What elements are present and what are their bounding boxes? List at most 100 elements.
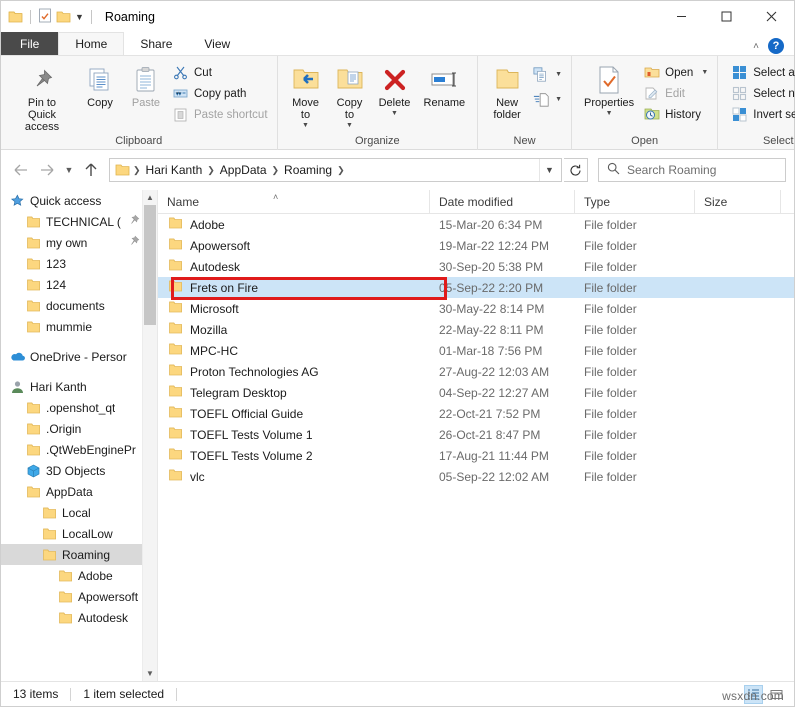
sidebar-scrollbar[interactable]: ▲ ▼ [142, 190, 157, 681]
new-folder-button[interactable]: New folder [484, 61, 530, 121]
paste-button[interactable]: Paste [123, 61, 169, 109]
sidebar-item-origin[interactable]: .Origin [1, 418, 142, 439]
tab-file[interactable]: File [1, 32, 59, 55]
sidebar-scroll-thumb[interactable] [144, 205, 156, 325]
sidebar-item-3d-objects[interactable]: 3D Objects [1, 460, 142, 481]
table-row[interactable]: Telegram Desktop 04-Sep-22 12:27 AM File f… [158, 382, 794, 403]
copy-button[interactable]: Copy [77, 61, 123, 109]
collapse-ribbon-icon[interactable]: ˄ [753, 41, 759, 52]
search-input[interactable]: Search Roaming [627, 163, 716, 177]
table-row[interactable]: MPC-HC 01-Mar-18 7:56 PM File folder [158, 340, 794, 361]
tab-view[interactable]: View [188, 32, 246, 55]
sidebar-item-technical[interactable]: TECHNICAL ( [1, 211, 142, 232]
properties-icon[interactable] [38, 8, 52, 26]
sidebar-scroll-up-icon[interactable]: ▲ [143, 190, 157, 205]
sidebar-item-openshot-qt[interactable]: .openshot_qt [1, 397, 142, 418]
easy-access-button[interactable]: ▼ [530, 90, 565, 109]
tab-home[interactable]: Home [58, 32, 125, 55]
new-item-button[interactable]: ▼ [530, 65, 565, 84]
recent-locations-button[interactable]: ▼ [61, 158, 77, 182]
sidebar-item-documents[interactable]: documents [1, 295, 142, 316]
sidebar-item-qtwebenginepr[interactable]: .QtWebEnginePr [1, 439, 142, 460]
sidebar-item-local[interactable]: Local [1, 502, 142, 523]
pin-icon[interactable] [128, 235, 140, 250]
table-row[interactable]: Apowersoft 19-Mar-22 12:24 PM File folder [158, 235, 794, 256]
breadcrumb-item-1[interactable]: AppData [217, 163, 270, 177]
column-header-name[interactable]: Name ˄ [158, 189, 430, 214]
address-input[interactable]: ❯ Hari Kanth ❯ AppData ❯ Roaming ❯ ▼ [109, 158, 562, 182]
search-box[interactable]: Search Roaming [598, 158, 786, 182]
new-item-caret-icon[interactable]: ▼ [555, 71, 562, 78]
select-all-button[interactable]: Select all [728, 63, 795, 82]
folder-icon[interactable] [8, 10, 23, 24]
table-row[interactable]: TOEFL Official Guide 22-Oct-21 7:52 PM Fil… [158, 403, 794, 424]
breadcrumb-item-0[interactable]: Hari Kanth [143, 163, 206, 177]
sidebar-item-hari-kanth[interactable]: Hari Kanth [1, 376, 142, 397]
table-row[interactable]: Mozilla 22-May-22 8:11 PM File folder [158, 319, 794, 340]
details-view-button[interactable] [744, 684, 763, 704]
rename-button[interactable]: Rename [418, 61, 472, 109]
invert-selection-button[interactable]: Invert selection [728, 105, 795, 124]
back-button[interactable] [9, 158, 33, 182]
breadcrumb-item-2[interactable]: Roaming [281, 163, 335, 177]
close-button[interactable] [749, 1, 794, 32]
help-button[interactable]: ? [768, 38, 784, 54]
breadcrumb-separator-2[interactable]: ❯ [270, 165, 282, 176]
table-row[interactable]: Proton Technologies AG 27-Aug-22 12:03 AM… [158, 361, 794, 382]
properties-button[interactable]: Properties ▼ [578, 61, 640, 117]
table-row[interactable]: Autodesk 30-Sep-20 5:38 PM File folder [158, 256, 794, 277]
maximize-button[interactable] [704, 1, 749, 32]
sidebar-item-autodesk[interactable]: Autodesk [1, 607, 142, 628]
column-header-date-modified[interactable]: Date modified [430, 189, 575, 214]
new-folder-icon[interactable] [56, 10, 71, 24]
breadcrumb-separator-0[interactable]: ❯ [131, 165, 143, 176]
sidebar-item-roaming[interactable]: Roaming [1, 544, 142, 565]
table-row[interactable]: Microsoft 30-May-22 8:14 PM File folder [158, 298, 794, 319]
select-none-button[interactable]: Select none [728, 84, 795, 103]
move-to-button[interactable]: Move to ▼ [284, 61, 328, 129]
copy-to-button[interactable]: Copy to ▼ [328, 61, 372, 129]
delete-button[interactable]: Delete ▼ [372, 61, 418, 117]
table-row[interactable]: Frets on Fire 05-Sep-22 2:20 PM File folde… [158, 277, 794, 298]
sidebar-item-locallow[interactable]: LocalLow [1, 523, 142, 544]
pin-to-quick-access-button[interactable]: Pin to Quick access [7, 61, 77, 133]
forward-button[interactable] [35, 158, 59, 182]
customize-dropdown-icon[interactable]: ▼ [75, 12, 84, 22]
edit-button[interactable]: Edit [640, 84, 711, 103]
address-dropdown-icon[interactable]: ▼ [539, 159, 559, 181]
sidebar-item-mummie[interactable]: mummie [1, 316, 142, 337]
move-to-caret-icon[interactable]: ▼ [302, 122, 309, 129]
breadcrumb-separator-3[interactable]: ❯ [335, 165, 347, 176]
sidebar-item-my-own[interactable]: my own [1, 232, 142, 253]
sidebar-item-apowersoft[interactable]: Apowersoft [1, 586, 142, 607]
copy-path-button[interactable]: Copy path [169, 84, 271, 103]
table-row[interactable]: TOEFL Tests Volume 2 17-Aug-21 11:44 PM Fi… [158, 445, 794, 466]
up-button[interactable] [79, 158, 103, 182]
tab-share[interactable]: Share [124, 32, 188, 55]
sidebar-scroll-down-icon[interactable]: ▼ [143, 666, 157, 681]
open-button[interactable]: Open ▼ [640, 63, 711, 82]
address-folder-icon[interactable] [115, 163, 130, 177]
paste-shortcut-button[interactable]: Paste shortcut [169, 105, 271, 124]
copy-to-caret-icon[interactable]: ▼ [346, 122, 353, 129]
table-row[interactable]: TOEFL Tests Volume 1 26-Oct-21 8:47 PM Fil… [158, 424, 794, 445]
table-row[interactable]: Adobe 15-Mar-20 6:34 PM File folder [158, 214, 794, 235]
pin-icon[interactable] [128, 214, 140, 229]
large-icons-view-button[interactable] [767, 685, 786, 704]
sidebar-item-appdata[interactable]: AppData [1, 481, 142, 502]
cut-button[interactable]: Cut [169, 63, 271, 82]
refresh-button[interactable] [564, 158, 588, 182]
delete-caret-icon[interactable]: ▼ [391, 110, 398, 117]
history-button[interactable]: History [640, 105, 711, 124]
sidebar-item-adobe[interactable]: Adobe [1, 565, 142, 586]
column-header-size[interactable]: Size [695, 189, 781, 214]
sidebar-item-onedrive-persor[interactable]: OneDrive - Persor [1, 346, 142, 367]
sidebar-item-quick-access[interactable]: Quick access [1, 190, 142, 211]
properties-caret-icon[interactable]: ▼ [606, 110, 613, 117]
easy-access-caret-icon[interactable]: ▼ [555, 96, 562, 103]
sidebar-item-124[interactable]: 124 [1, 274, 142, 295]
open-caret-icon[interactable]: ▼ [701, 69, 708, 76]
column-header-type[interactable]: Type [575, 189, 695, 214]
breadcrumb-separator-1[interactable]: ❯ [205, 165, 217, 176]
minimize-button[interactable] [659, 1, 704, 32]
